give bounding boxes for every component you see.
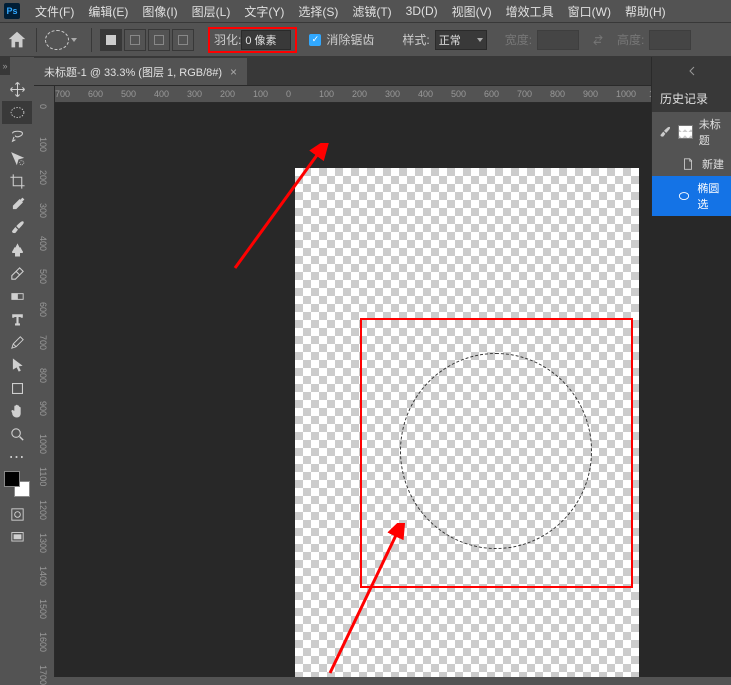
- height-label: 高度:: [617, 31, 644, 48]
- menu-file[interactable]: 文件(F): [28, 3, 81, 20]
- move-tool[interactable]: [2, 78, 32, 101]
- swap-icon[interactable]: [591, 33, 605, 47]
- history-panel-title: 历史记录: [652, 85, 731, 112]
- menu-layer[interactable]: 图层(L): [185, 3, 238, 20]
- panel-group-tab[interactable]: [651, 57, 731, 85]
- document-tab[interactable]: 未标题-1 @ 33.3% (图层 1, RGB/8#) ×: [34, 58, 247, 85]
- menu-3d[interactable]: 3D(D): [399, 4, 445, 18]
- brush-icon: [658, 125, 672, 139]
- quick-select-tool[interactable]: [2, 147, 32, 170]
- close-tab-icon[interactable]: ×: [230, 65, 237, 79]
- pen-tool[interactable]: [2, 331, 32, 354]
- menu-window[interactable]: 窗口(W): [561, 3, 618, 20]
- style-label: 样式:: [402, 31, 429, 48]
- gradient-tool[interactable]: [2, 285, 32, 308]
- path-select-tool[interactable]: [2, 354, 32, 377]
- annotation-arrow-1: [230, 143, 330, 273]
- history-snapshot-row[interactable]: 未标题: [652, 112, 731, 152]
- history-item-label: 未标题: [699, 116, 725, 148]
- type-tool[interactable]: [2, 308, 32, 331]
- horizontal-ruler: 7006005004003002001000100200300400500600…: [55, 85, 651, 103]
- feather-highlight-box: 羽化:: [208, 27, 297, 53]
- height-input: [649, 30, 691, 50]
- options-bar: 羽化: ✓ 消除锯齿 样式: 正常 宽度: 高度:: [0, 22, 731, 57]
- menu-type[interactable]: 文字(Y): [237, 3, 291, 20]
- menu-plugins[interactable]: 增效工具: [499, 3, 561, 20]
- history-item-ellipse[interactable]: 椭圆选: [652, 176, 731, 216]
- shape-tool[interactable]: [2, 377, 32, 400]
- history-item-label: 新建: [702, 156, 724, 172]
- selection-intersect-button[interactable]: [172, 29, 194, 51]
- menu-image[interactable]: 图像(I): [135, 3, 184, 20]
- selection-add-button[interactable]: [124, 29, 146, 51]
- document-tab-bar: 未标题-1 @ 33.3% (图层 1, RGB/8#) ×: [34, 57, 731, 85]
- tool-dropdown-icon[interactable]: [71, 38, 77, 42]
- home-icon[interactable]: [6, 29, 28, 51]
- color-swatches[interactable]: [4, 471, 30, 497]
- screenmode-button[interactable]: [2, 526, 32, 549]
- menu-bar: Ps 文件(F) 编辑(E) 图像(I) 图层(L) 文字(Y) 选择(S) 滤…: [0, 0, 731, 22]
- marquee-shape-indicator[interactable]: [45, 30, 69, 50]
- antialias-checkbox[interactable]: ✓: [309, 34, 321, 46]
- edit-toolbar-button[interactable]: ⋯: [2, 449, 32, 465]
- history-item-new[interactable]: 新建: [652, 152, 731, 176]
- feather-input[interactable]: [241, 30, 291, 50]
- lasso-tool[interactable]: [2, 124, 32, 147]
- brush-tool[interactable]: [2, 216, 32, 239]
- chevron-left-icon: [687, 66, 697, 76]
- menu-help[interactable]: 帮助(H): [618, 3, 673, 20]
- page-icon: [680, 157, 696, 171]
- menu-view[interactable]: 视图(V): [445, 3, 499, 20]
- toolbox: ⋯: [0, 76, 34, 551]
- eyedropper-tool[interactable]: [2, 193, 32, 216]
- document-tab-label: 未标题-1 @ 33.3% (图层 1, RGB/8#): [44, 64, 222, 80]
- document-thumb-icon: [678, 125, 693, 139]
- zoom-tool[interactable]: [2, 423, 32, 446]
- menu-filter[interactable]: 滤镜(T): [345, 3, 398, 20]
- menu-edit[interactable]: 编辑(E): [81, 3, 135, 20]
- selection-new-button[interactable]: [100, 29, 122, 51]
- feather-label: 羽化:: [214, 31, 241, 48]
- dock-toggle[interactable]: [0, 57, 10, 75]
- history-item-label: 椭圆选: [697, 180, 725, 212]
- antialias-label: 消除锯齿: [326, 31, 374, 48]
- style-select[interactable]: 正常: [435, 30, 487, 50]
- hand-tool[interactable]: [2, 400, 32, 423]
- selection-subtract-button[interactable]: [148, 29, 170, 51]
- ellipse-icon: [677, 189, 691, 203]
- clone-stamp-tool[interactable]: [2, 239, 32, 262]
- quickmask-button[interactable]: [2, 503, 32, 526]
- canvas-area[interactable]: [55, 103, 731, 677]
- width-label: 宽度:: [505, 31, 532, 48]
- history-panel: 历史记录 未标题 新建 椭圆选: [651, 85, 731, 216]
- menu-select[interactable]: 选择(S): [291, 3, 345, 20]
- eraser-tool[interactable]: [2, 262, 32, 285]
- width-input: [537, 30, 579, 50]
- annotation-arrow-2: [320, 523, 405, 677]
- vertical-ruler: 0100200300400500600700800900100011001200…: [34, 85, 55, 677]
- ellipse-marquee-tool[interactable]: [2, 101, 32, 124]
- app-logo: Ps: [4, 3, 20, 19]
- crop-tool[interactable]: [2, 170, 32, 193]
